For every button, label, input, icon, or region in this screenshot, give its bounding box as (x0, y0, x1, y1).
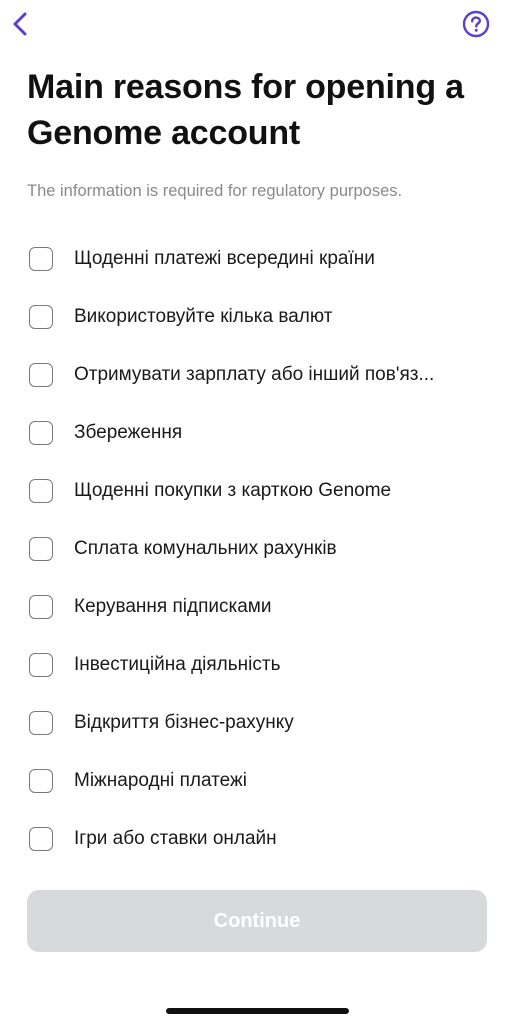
checkbox[interactable] (29, 653, 53, 677)
reason-option-savings[interactable]: Збереження (0, 404, 514, 462)
reason-option-domestic-payments[interactable]: Щоденні платежі всередині країни (0, 230, 514, 288)
reason-option-multiple-currencies[interactable]: Використовуйте кілька валют (0, 288, 514, 346)
reason-option-subscriptions[interactable]: Керування підписками (0, 578, 514, 636)
option-label: Ігри або ставки онлайн (74, 828, 277, 849)
option-label: Відкриття бізнес-рахунку (74, 712, 294, 733)
checkbox[interactable] (29, 537, 53, 561)
option-label: Отримувати зарплату або інший пов'яз... (74, 364, 435, 385)
option-label: Використовуйте кілька валют (74, 306, 333, 327)
option-label: Міжнародні платежі (74, 770, 247, 791)
option-label: Щоденні покупки з карткою Genome (74, 480, 392, 501)
option-label: Інвестиційна діяльність (74, 654, 281, 675)
option-label: Керування підписками (74, 596, 272, 617)
checkbox[interactable] (29, 595, 53, 619)
checkbox[interactable] (29, 711, 53, 735)
checkbox[interactable] (29, 247, 53, 271)
checkbox[interactable] (29, 363, 53, 387)
reason-option-investment[interactable]: Інвестиційна діяльність (0, 636, 514, 694)
top-bar (0, 0, 514, 50)
reason-option-salary[interactable]: Отримувати зарплату або інший пов'яз... (0, 346, 514, 404)
reason-option-card-purchases[interactable]: Щоденні покупки з карткою Genome (0, 462, 514, 520)
reason-option-utility-bills[interactable]: Сплата комунальних рахунків (0, 520, 514, 578)
continue-button[interactable]: Continue (27, 890, 487, 952)
checkbox[interactable] (29, 479, 53, 503)
reason-option-business-account[interactable]: Відкриття бізнес-рахунку (0, 694, 514, 752)
checkbox[interactable] (29, 305, 53, 329)
question-circle-icon (462, 10, 490, 38)
page-title: Main reasons for opening a Genome accoun… (27, 68, 464, 152)
checkbox[interactable] (29, 421, 53, 445)
reason-option-international-payments[interactable]: Міжнародні платежі (0, 752, 514, 810)
option-label: Збереження (74, 422, 183, 443)
back-button[interactable] (8, 8, 34, 40)
home-indicator (166, 1008, 349, 1014)
page-subtitle: The information is required for regulato… (27, 182, 403, 200)
option-label: Щоденні платежі всередині країни (74, 248, 375, 269)
chevron-left-icon (13, 12, 27, 36)
help-button[interactable] (462, 10, 490, 38)
reason-option-online-gaming[interactable]: Ігри або ставки онлайн (0, 810, 514, 868)
checkbox[interactable] (29, 769, 53, 793)
checkbox[interactable] (29, 827, 53, 851)
option-label: Сплата комунальних рахунків (74, 538, 337, 559)
